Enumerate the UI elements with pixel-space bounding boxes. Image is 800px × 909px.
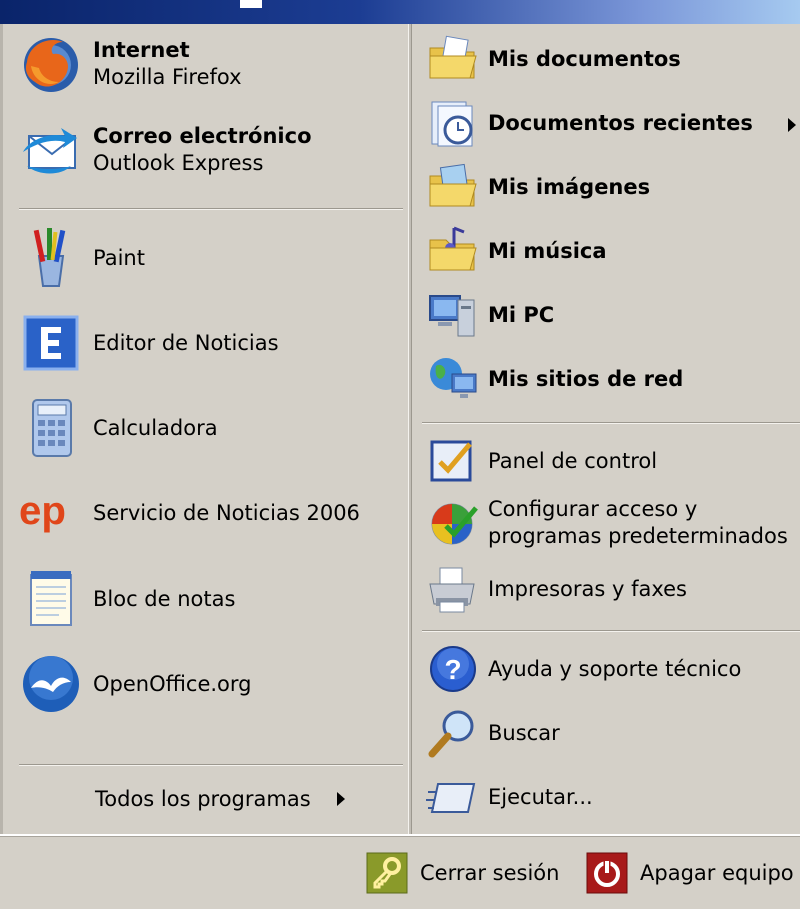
search-icon bbox=[424, 704, 482, 762]
shutdown-button[interactable]: Apagar equipo bbox=[586, 852, 794, 894]
program-calculator[interactable]: Calculadora bbox=[19, 396, 218, 460]
ep-logo-icon: ep bbox=[19, 481, 83, 545]
folder-music-icon bbox=[424, 222, 482, 280]
right-separator-2 bbox=[422, 630, 800, 632]
program-news-service-label: Servicio de Noticias 2006 bbox=[93, 500, 360, 525]
pinned-internet-title: Internet bbox=[93, 38, 190, 62]
tool-run-label: Ejecutar... bbox=[488, 784, 593, 809]
program-openoffice[interactable]: OpenOffice.org bbox=[19, 652, 252, 716]
start-menu: Internet Mozilla Firefox Correo electróni… bbox=[0, 0, 800, 909]
help-icon: ? bbox=[424, 640, 482, 698]
system-program-access-label-2: programas predeterminados bbox=[488, 524, 788, 548]
tool-search[interactable]: Buscar bbox=[424, 704, 560, 762]
program-access-icon bbox=[424, 494, 482, 552]
system-printers[interactable]: Impresoras y faxes bbox=[424, 560, 687, 618]
system-control-panel-label: Panel de control bbox=[488, 448, 658, 473]
paint-icon bbox=[19, 226, 83, 290]
right-separator-1 bbox=[422, 422, 800, 424]
system-program-access[interactable]: Configurar acceso y programas predetermin… bbox=[424, 494, 788, 552]
place-recent-documents-label: Documentos recientes bbox=[488, 110, 753, 135]
place-network-label: Mis sitios de red bbox=[488, 366, 684, 391]
pinned-email[interactable]: Correo electrónico Outlook Express bbox=[19, 118, 312, 182]
header-mark bbox=[240, 0, 262, 8]
place-network[interactable]: Mis sitios de red bbox=[424, 350, 683, 408]
program-news-editor-label: Editor de Noticias bbox=[93, 330, 279, 355]
svg-text:ep: ep bbox=[19, 488, 66, 533]
tool-help[interactable]: ? Ayuda y soporte técnico bbox=[424, 640, 741, 698]
program-paint[interactable]: Paint bbox=[19, 226, 145, 290]
control-panel-icon bbox=[424, 432, 482, 490]
system-control-panel[interactable]: Panel de control bbox=[424, 432, 657, 490]
bottom-bar: Cerrar sesión Apagar equipo bbox=[0, 834, 800, 909]
right-column: Mis documentos Documentos recientes Mis … bbox=[412, 24, 800, 834]
program-calculator-label: Calculadora bbox=[93, 415, 218, 440]
place-my-computer-label: Mi PC bbox=[488, 302, 555, 327]
place-recent-documents[interactable]: Documentos recientes bbox=[424, 94, 753, 152]
folder-documents-icon bbox=[424, 30, 482, 88]
place-my-music[interactable]: Mi música bbox=[424, 222, 607, 280]
left-column: Internet Mozilla Firefox Correo electróni… bbox=[0, 24, 408, 834]
logoff-button[interactable]: Cerrar sesión bbox=[366, 852, 559, 894]
place-my-pictures[interactable]: Mis imágenes bbox=[424, 158, 650, 216]
system-program-access-label-1: Configurar acceso y bbox=[488, 497, 698, 521]
left-separator-bottom bbox=[19, 764, 403, 766]
logoff-label: Cerrar sesión bbox=[420, 861, 560, 885]
place-my-documents-label: Mis documentos bbox=[488, 46, 681, 71]
pinned-email-subtitle: Outlook Express bbox=[93, 151, 264, 175]
program-openoffice-label: OpenOffice.org bbox=[93, 671, 252, 696]
firefox-icon bbox=[19, 32, 83, 96]
program-notepad[interactable]: Bloc de notas bbox=[19, 567, 235, 631]
program-paint-label: Paint bbox=[93, 245, 145, 270]
place-my-music-label: Mi música bbox=[488, 238, 607, 263]
run-icon bbox=[424, 768, 482, 826]
tool-search-label: Buscar bbox=[488, 720, 560, 745]
start-menu-header bbox=[0, 0, 800, 24]
tool-help-label: Ayuda y soporte técnico bbox=[488, 656, 742, 681]
left-separator-top bbox=[19, 208, 403, 210]
program-notepad-label: Bloc de notas bbox=[93, 586, 236, 611]
printer-icon bbox=[424, 560, 482, 618]
calculator-icon bbox=[19, 396, 83, 460]
editor-e-icon bbox=[19, 311, 83, 375]
program-news-editor[interactable]: Editor de Noticias bbox=[19, 311, 279, 375]
submenu-arrow-icon bbox=[788, 118, 796, 132]
pinned-internet[interactable]: Internet Mozilla Firefox bbox=[19, 32, 242, 96]
recent-documents-icon bbox=[424, 94, 482, 152]
all-programs-button[interactable]: Todos los programas bbox=[95, 787, 345, 811]
all-programs-label: Todos los programas bbox=[95, 787, 311, 811]
chevron-right-icon bbox=[336, 792, 345, 806]
network-icon bbox=[424, 350, 482, 408]
folder-pictures-icon bbox=[424, 158, 482, 216]
openoffice-icon bbox=[19, 652, 83, 716]
pinned-email-title: Correo electrónico bbox=[93, 124, 312, 148]
outlook-express-icon bbox=[19, 118, 83, 182]
pinned-internet-subtitle: Mozilla Firefox bbox=[93, 65, 242, 89]
place-my-pictures-label: Mis imágenes bbox=[488, 174, 651, 199]
svg-text:?: ? bbox=[444, 654, 461, 685]
system-printers-label: Impresoras y faxes bbox=[488, 576, 687, 601]
tool-run[interactable]: Ejecutar... bbox=[424, 768, 593, 826]
power-icon bbox=[586, 852, 628, 894]
notepad-icon bbox=[19, 567, 83, 631]
key-icon bbox=[366, 852, 408, 894]
program-news-service[interactable]: ep Servicio de Noticias 2006 bbox=[19, 481, 360, 545]
place-my-computer[interactable]: Mi PC bbox=[424, 286, 554, 344]
shutdown-label: Apagar equipo bbox=[640, 861, 794, 885]
place-my-documents[interactable]: Mis documentos bbox=[424, 30, 681, 88]
computer-icon bbox=[424, 286, 482, 344]
